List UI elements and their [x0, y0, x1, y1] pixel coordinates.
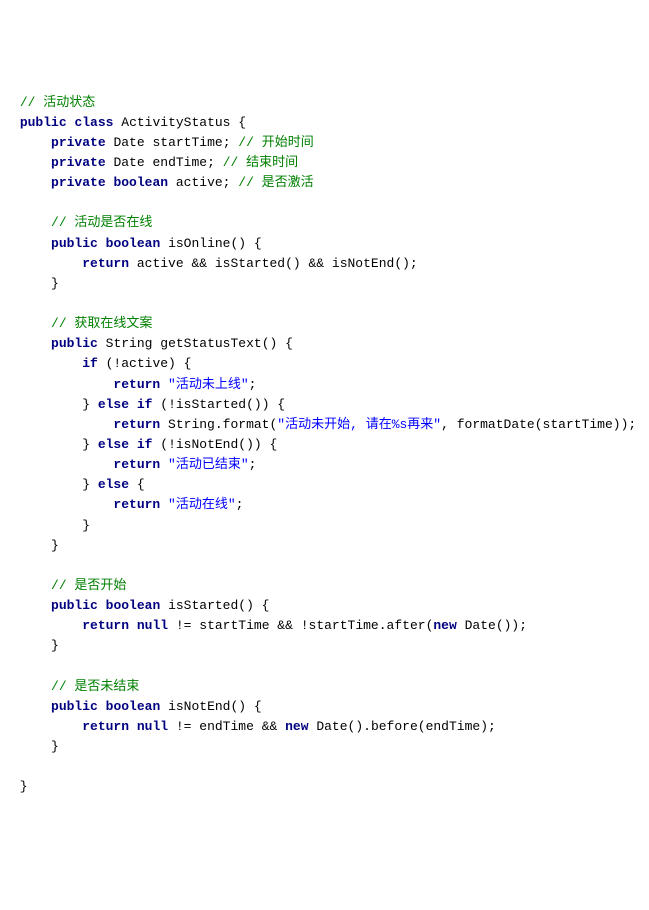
kw-if: if — [137, 397, 153, 412]
field-endTime: endTime — [152, 155, 207, 170]
kw-public: public — [51, 336, 98, 351]
type-string: String — [106, 336, 153, 351]
type-string: String — [168, 417, 215, 432]
kw-public: public — [51, 236, 98, 251]
kw-return: return — [82, 618, 129, 633]
kw-private: private — [51, 175, 106, 190]
kw-return: return — [113, 377, 160, 392]
class-name: ActivityStatus — [121, 115, 230, 130]
kw-null: null — [137, 618, 168, 633]
kw-private: private — [51, 135, 106, 150]
kw-public: public — [20, 115, 67, 130]
comment: // 活动状态 — [20, 95, 95, 110]
comment: // 获取在线文案 — [51, 316, 152, 331]
method-isNotEnd: isNotEnd — [168, 699, 230, 714]
call-isStarted: isStarted — [176, 397, 246, 412]
string-literal: "活动未开始, 请在%s再来" — [277, 417, 441, 432]
kw-return: return — [82, 719, 129, 734]
call-isNotEnd: isNotEnd — [176, 437, 238, 452]
kw-public: public — [51, 699, 98, 714]
call-isNotEnd: isNotEnd — [332, 256, 394, 271]
kw-class: class — [74, 115, 113, 130]
kw-else: else — [98, 477, 129, 492]
code-block: // 活动状态 public class ActivityStatus { pr… — [12, 93, 637, 798]
call-formatDate: formatDate — [457, 417, 535, 432]
kw-return: return — [113, 417, 160, 432]
call-after: after — [387, 618, 426, 633]
ref-startTime: startTime — [309, 618, 379, 633]
method-isOnline: isOnline — [168, 236, 230, 251]
kw-new: new — [285, 719, 308, 734]
comment: // 开始时间 — [238, 135, 313, 150]
kw-new: new — [433, 618, 456, 633]
type-date: Date — [316, 719, 347, 734]
call-format: format — [223, 417, 270, 432]
type-date: Date — [113, 135, 144, 150]
comment: // 结束时间 — [223, 155, 298, 170]
comment: // 是否未结束 — [51, 679, 139, 694]
kw-return: return — [113, 457, 160, 472]
kw-if: if — [82, 356, 98, 371]
field-startTime: startTime — [152, 135, 222, 150]
kw-private: private — [51, 155, 106, 170]
comment: // 活动是否在线 — [51, 215, 152, 230]
string-literal: "活动未上线" — [168, 377, 249, 392]
kw-else: else — [98, 437, 129, 452]
kw-boolean: boolean — [106, 598, 161, 613]
ref-startTime: startTime — [543, 417, 613, 432]
kw-public: public — [51, 598, 98, 613]
kw-boolean: boolean — [113, 175, 168, 190]
comment: // 是否开始 — [51, 578, 126, 593]
ref-active: active — [137, 256, 184, 271]
kw-boolean: boolean — [106, 699, 161, 714]
type-date: Date — [465, 618, 496, 633]
kw-if: if — [137, 437, 153, 452]
string-literal: "活动在线" — [168, 497, 236, 512]
type-date: Date — [113, 155, 144, 170]
string-literal: "活动已结束" — [168, 457, 249, 472]
method-isStarted: isStarted — [168, 598, 238, 613]
ref-active: active — [121, 356, 168, 371]
kw-return: return — [113, 497, 160, 512]
kw-null: null — [137, 719, 168, 734]
field-active: active — [176, 175, 223, 190]
call-isStarted: isStarted — [215, 256, 285, 271]
call-before: before — [371, 719, 418, 734]
ref-endTime: endTime — [199, 719, 254, 734]
kw-boolean: boolean — [106, 236, 161, 251]
ref-startTime: startTime — [199, 618, 269, 633]
ref-endTime: endTime — [426, 719, 481, 734]
kw-return: return — [82, 256, 129, 271]
method-getStatusText: getStatusText — [160, 336, 261, 351]
comment: // 是否激活 — [238, 175, 313, 190]
kw-else: else — [98, 397, 129, 412]
